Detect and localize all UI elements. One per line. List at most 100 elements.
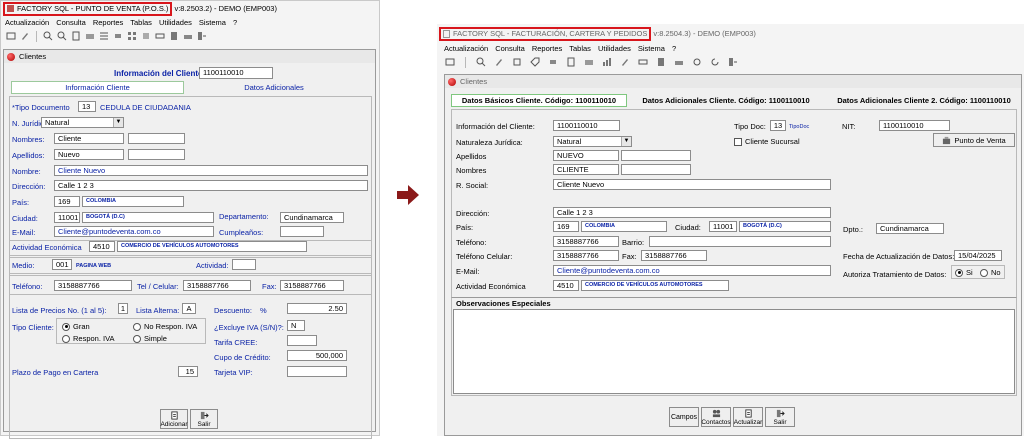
chart-icon[interactable]: [601, 56, 613, 68]
tarifa-cree-field[interactable]: [287, 335, 317, 346]
ciudad-name-field[interactable]: BOGOTÁ (D.C): [82, 212, 214, 223]
medio-code-field[interactable]: 001: [52, 259, 72, 270]
ciudad-name-field[interactable]: BOGOTÁ (D.C): [739, 221, 831, 232]
barrio-field[interactable]: [649, 236, 831, 247]
edit-icon[interactable]: [19, 30, 31, 42]
ciudad-code-field[interactable]: 11001: [54, 212, 80, 223]
fax-field[interactable]: 3158887766: [641, 250, 707, 261]
lista-alterna-field[interactable]: A: [182, 303, 196, 314]
settings-icon[interactable]: [691, 56, 703, 68]
tipo-doc-link[interactable]: TipoDoc: [789, 123, 809, 132]
adicionar-button[interactable]: Adicionar: [160, 409, 188, 429]
exit-icon[interactable]: [727, 56, 739, 68]
card-icon[interactable]: [637, 56, 649, 68]
lista-precios-field[interactable]: 1: [118, 303, 128, 314]
plazo-pago-field[interactable]: 15: [178, 366, 198, 377]
exit-icon[interactable]: [196, 30, 208, 42]
pais-name-field[interactable]: COLOMBIA: [581, 221, 667, 232]
calculator-icon[interactable]: [655, 56, 667, 68]
descuento-field[interactable]: 2.50: [287, 303, 347, 314]
campos-button[interactable]: Campos: [669, 407, 699, 427]
box-icon[interactable]: [84, 30, 96, 42]
window-close-icon[interactable]: [448, 77, 456, 86]
stack-icon[interactable]: [140, 30, 152, 42]
salir-button[interactable]: Salir: [190, 409, 218, 429]
info-cliente-field[interactable]: 1100110010: [553, 120, 620, 131]
n-juridica-select[interactable]: Natural ▼: [41, 117, 124, 128]
menu-sistema[interactable]: Sistema: [638, 44, 665, 53]
direccion-field[interactable]: Calle 1 2 3: [553, 207, 831, 218]
radio-simple[interactable]: Simple: [133, 334, 167, 343]
tab-datos-adicionales[interactable]: Datos Adicionales: [184, 81, 364, 94]
pais-name-field[interactable]: COLOMBIA: [82, 196, 184, 207]
radio-gran[interactable]: Gran: [62, 322, 90, 331]
scan-icon[interactable]: [444, 56, 456, 68]
apellidos-field-2[interactable]: [128, 149, 185, 160]
search-list-icon[interactable]: [56, 30, 68, 42]
contactos-button[interactable]: Contactos: [701, 407, 731, 427]
scan-icon[interactable]: [5, 30, 17, 42]
excluye-iva-field[interactable]: N: [287, 320, 305, 331]
salir-button[interactable]: Salir: [765, 407, 795, 427]
nit-field[interactable]: 1100110010: [879, 120, 950, 131]
cupo-credito-field[interactable]: 500,000: [287, 350, 347, 361]
cumpleanos-field[interactable]: [280, 226, 324, 237]
actividad-desc-field[interactable]: COMERCIO DE VEHÍCULOS AUTOMOTORES: [117, 241, 307, 252]
actividad-field[interactable]: [232, 259, 256, 270]
fecha-act-field[interactable]: 15/04/2025: [954, 250, 1002, 261]
pencil-icon[interactable]: [619, 56, 631, 68]
tab-informacion-cliente[interactable]: Información Cliente: [11, 81, 184, 94]
telefono-field[interactable]: 3158887766: [553, 236, 619, 247]
tab-datos-adicionales[interactable]: Datos Adicionales Cliente. Código: 11001…: [627, 94, 825, 107]
email-field[interactable]: Cliente@puntodeventa.com.co: [54, 226, 214, 237]
tab-datos-adicionales-2[interactable]: Datos Adicionales Cliente 2. Código: 110…: [825, 94, 1023, 107]
menu-utilidades[interactable]: Utilidades: [159, 18, 192, 27]
actividad-code-field[interactable]: 4510: [89, 241, 115, 252]
printer-icon[interactable]: [673, 56, 685, 68]
tab-datos-basicos[interactable]: Datos Básicos Cliente. Código: 110011001…: [451, 94, 627, 107]
list-icon[interactable]: [98, 30, 110, 42]
menu-utilidades[interactable]: Utilidades: [598, 44, 631, 53]
rsocial-field[interactable]: Cliente Nuevo: [553, 179, 831, 190]
box-icon[interactable]: [583, 56, 595, 68]
actualizar-button[interactable]: Actualizar: [733, 407, 763, 427]
nombres-field-2[interactable]: [621, 164, 691, 175]
actividad-code-field[interactable]: 4510: [553, 280, 579, 291]
radio-respon-iva[interactable]: Respon. IVA: [62, 334, 115, 343]
menu-consulta[interactable]: Consulta: [495, 44, 525, 53]
cart-icon[interactable]: [112, 30, 124, 42]
apellidos-field-1[interactable]: Nuevo: [54, 149, 124, 160]
radio-si[interactable]: Si: [955, 268, 973, 277]
search-icon[interactable]: [42, 30, 54, 42]
menu-reportes[interactable]: Reportes: [93, 18, 123, 27]
card-icon[interactable]: [154, 30, 166, 42]
menu-help[interactable]: ?: [672, 44, 676, 53]
radio-no[interactable]: No: [980, 268, 1001, 277]
window-close-icon[interactable]: [7, 52, 15, 61]
nombres-field-1[interactable]: Cliente: [54, 133, 124, 144]
direccion-field[interactable]: Calle 1 2 3: [54, 180, 368, 191]
printer-icon[interactable]: [182, 30, 194, 42]
menu-help[interactable]: ?: [233, 18, 237, 27]
calculator-icon[interactable]: [168, 30, 180, 42]
dpto-field[interactable]: Cundinamarca: [876, 223, 944, 234]
menu-sistema[interactable]: Sistema: [199, 18, 226, 27]
pais-code-field[interactable]: 169: [54, 196, 80, 207]
edit-icon[interactable]: [493, 56, 505, 68]
nombres-field-2[interactable]: [128, 133, 185, 144]
menu-reportes[interactable]: Reportes: [532, 44, 562, 53]
refresh-icon[interactable]: [709, 56, 721, 68]
menu-consulta[interactable]: Consulta: [56, 18, 86, 27]
tag-icon[interactable]: [529, 56, 541, 68]
menu-actualizacion[interactable]: Actualización: [444, 44, 488, 53]
document-icon[interactable]: [70, 30, 82, 42]
email-field[interactable]: Cliente@puntodeventa.com.co: [553, 265, 831, 276]
menu-tablas[interactable]: Tablas: [130, 18, 152, 27]
tel-celular-field[interactable]: 3158887766: [183, 280, 251, 291]
menu-actualizacion[interactable]: Actualización: [5, 18, 49, 27]
chevron-down-icon[interactable]: ▼: [113, 118, 123, 127]
naturaleza-select[interactable]: Natural ▼: [553, 136, 632, 147]
cliente-sucursal-checkbox[interactable]: Cliente Sucursal: [734, 137, 800, 146]
apellidos-field-2[interactable]: [621, 150, 691, 161]
fax-field[interactable]: 3158887766: [280, 280, 344, 291]
